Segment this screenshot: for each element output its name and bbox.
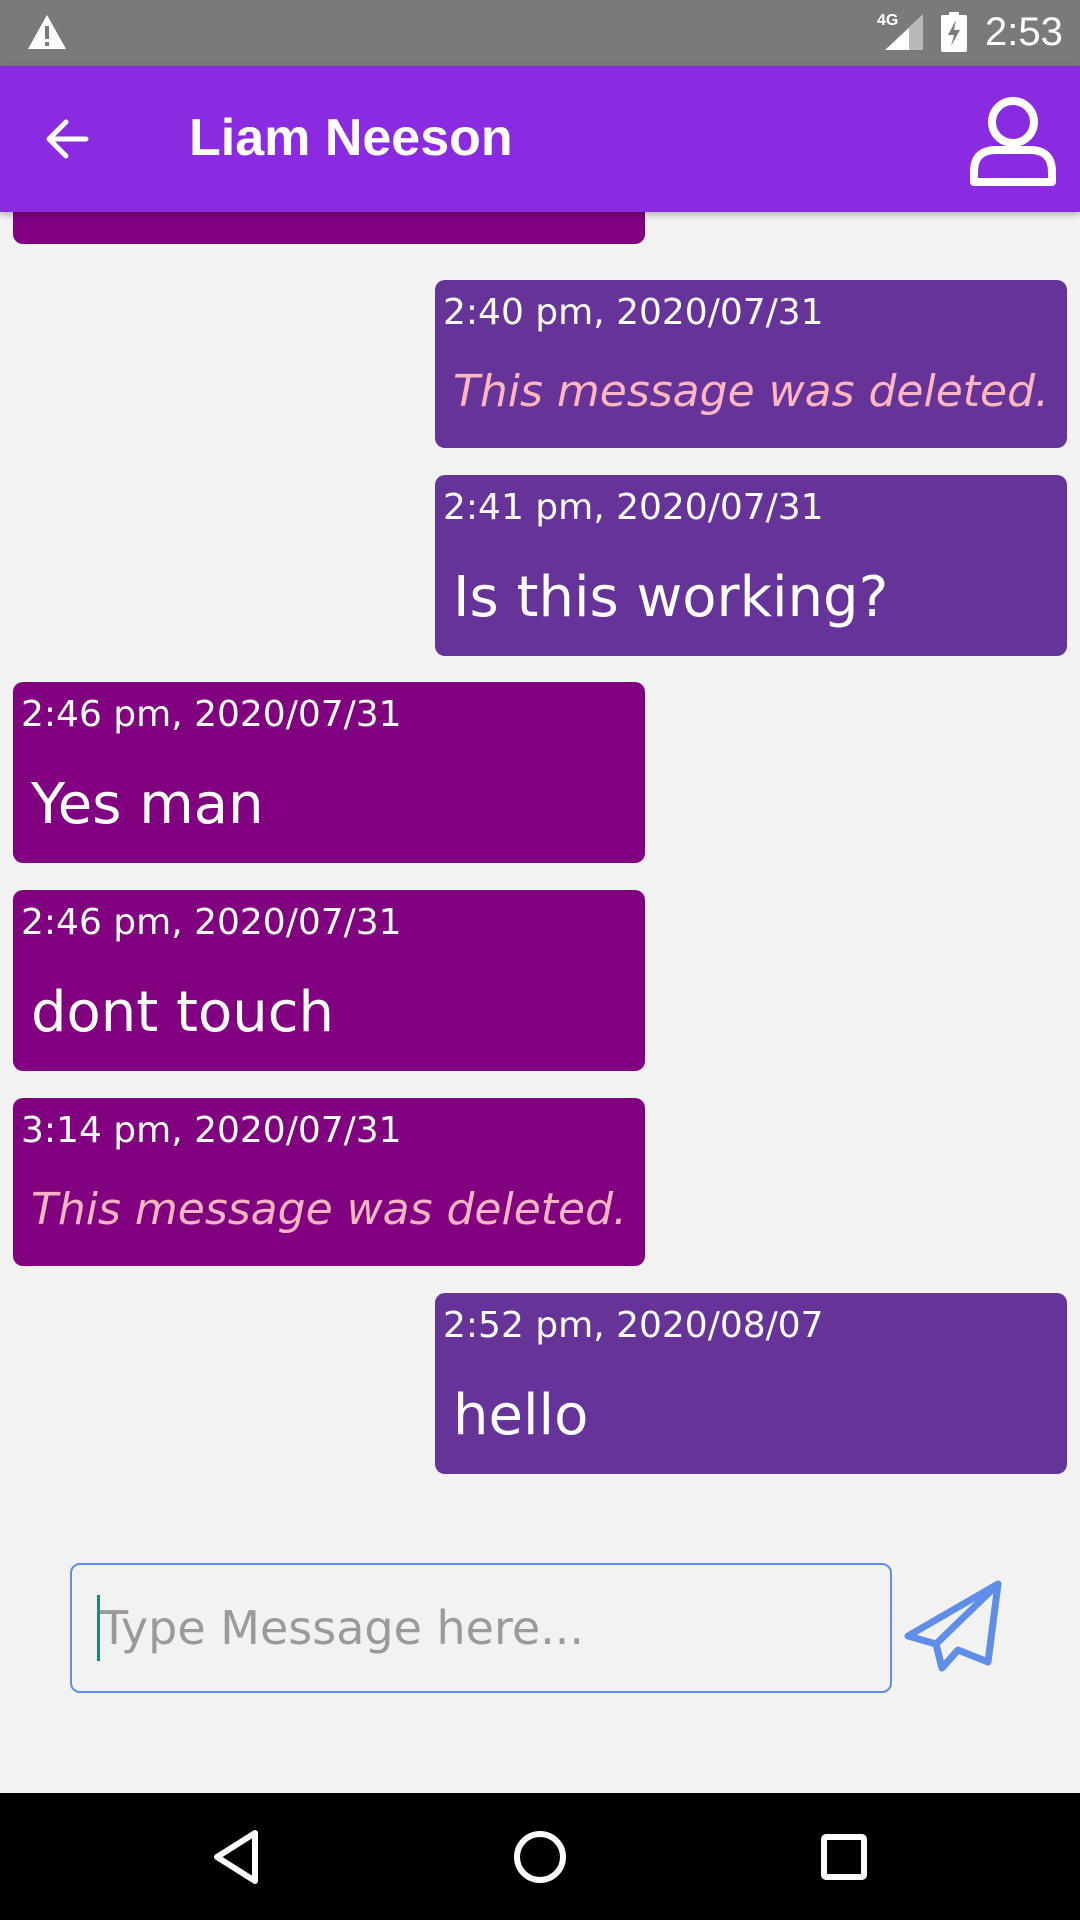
message-text: Is this working? bbox=[453, 565, 889, 630]
message-bubble[interactable]: 2:40 pm, 2020/07/31 This message was del… bbox=[435, 280, 1067, 448]
message-text: This message was deleted. bbox=[453, 366, 1050, 417]
signal-icon bbox=[885, 14, 923, 50]
status-time: 2:53 bbox=[985, 10, 1063, 54]
message-timestamp: 2:52 pm, 2020/08/07 bbox=[443, 1305, 824, 1346]
app-bar: Liam Neeson bbox=[0, 66, 1080, 212]
message-timestamp: 2:40 pm, 2020/07/31 bbox=[443, 292, 824, 333]
square-recents-icon[interactable] bbox=[812, 1825, 876, 1889]
message-timestamp: 2:46 pm, 2020/07/31 bbox=[21, 902, 402, 943]
message-timestamp: 2:46 pm, 2020/07/31 bbox=[21, 694, 402, 735]
paper-plane-icon[interactable] bbox=[902, 1578, 1004, 1674]
arrow-left-icon[interactable] bbox=[40, 111, 96, 167]
conversation-title: Liam Neeson bbox=[189, 109, 513, 167]
message-text: hello bbox=[453, 1383, 589, 1448]
message-bubble[interactable]: 2:41 pm, 2020/07/31 Is this working? bbox=[435, 475, 1067, 656]
message-bubble-partial[interactable] bbox=[13, 212, 645, 244]
triangle-back-icon[interactable] bbox=[205, 1825, 269, 1889]
message-timestamp: 3:14 pm, 2020/07/31 bbox=[21, 1110, 402, 1151]
message-text: Yes man bbox=[31, 772, 264, 837]
message-bubble[interactable]: 2:46 pm, 2020/07/31 dont touch bbox=[13, 890, 645, 1071]
person-outline-icon[interactable] bbox=[968, 94, 1058, 188]
message-list[interactable]: 2:40 pm, 2020/07/31 This message was del… bbox=[0, 212, 1080, 1532]
status-bar: 4G 2:53 bbox=[0, 0, 1080, 66]
message-input[interactable] bbox=[72, 1565, 890, 1691]
message-input-box[interactable] bbox=[70, 1563, 892, 1693]
text-cursor bbox=[97, 1595, 100, 1661]
circle-home-icon[interactable] bbox=[508, 1825, 572, 1889]
warning-icon bbox=[28, 15, 66, 49]
battery-charging-icon bbox=[941, 12, 967, 52]
message-bubble[interactable]: 2:46 pm, 2020/07/31 Yes man bbox=[13, 682, 645, 863]
message-bubble[interactable]: 3:14 pm, 2020/07/31 This message was del… bbox=[13, 1098, 645, 1266]
message-bubble[interactable]: 2:52 pm, 2020/08/07 hello bbox=[435, 1293, 1067, 1474]
message-timestamp: 2:41 pm, 2020/07/31 bbox=[443, 487, 824, 528]
system-nav-bar bbox=[0, 1793, 1080, 1920]
message-text: dont touch bbox=[31, 980, 335, 1045]
message-text: This message was deleted. bbox=[31, 1184, 628, 1235]
